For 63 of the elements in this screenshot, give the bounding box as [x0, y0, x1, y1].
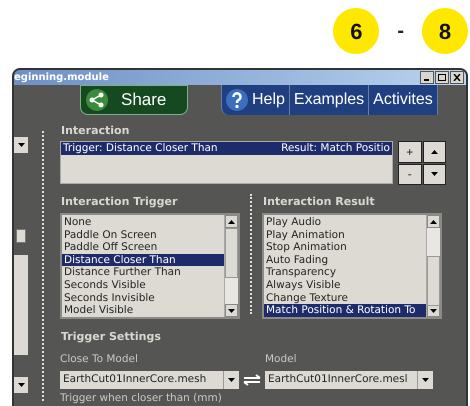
maximize-button[interactable]: [435, 71, 449, 84]
close-button[interactable]: [450, 71, 464, 84]
range-dash: -: [397, 19, 404, 44]
maximize-icon: [438, 74, 446, 81]
scroll-thumb[interactable]: [225, 228, 238, 278]
section-label: Interaction Trigger: [61, 194, 178, 210]
tab[interactable]: Activites: [369, 85, 438, 115]
spinner[interactable]: [16, 229, 26, 243]
field-label: Close To Model: [60, 352, 139, 366]
close-icon: [453, 74, 461, 81]
list-item[interactable]: Trigger: Distance Closer Than Result: Match Positio: [61, 142, 392, 155]
interaction-list[interactable]: Trigger: Distance Closer Than Result: Match Positio: [60, 141, 393, 184]
list-item[interactable]: Change Texture: [264, 292, 426, 304]
number-badge: 8: [422, 8, 468, 54]
trigger-list[interactable]: None Paddle On Screen Paddle Off Screen Distance Closer Than Distance Further Than Seconds Visible Seconds Invisible Model Visible: [60, 213, 240, 319]
caret-icon: [228, 378, 235, 382]
list-button[interactable]: -: [398, 164, 422, 185]
caret-icon: [18, 143, 24, 147]
list-item[interactable]: Play Animation: [264, 228, 426, 242]
list-item[interactable]: Play Audio: [264, 216, 426, 229]
scrollbar[interactable]: [224, 215, 238, 317]
result-list[interactable]: Play Audio Play Animation Stop Animation Auto Fading Transparency Always Visible Change Texture Match Position & Rotation To: [262, 213, 442, 319]
scroll-up-icon: [228, 220, 235, 224]
list-item[interactable]: Stop Animation: [264, 241, 426, 254]
up-arrow-icon: [430, 150, 438, 154]
section-label: Interaction Result: [263, 194, 376, 210]
list-item[interactable]: Seconds Invisible: [62, 292, 224, 304]
scroll-down-icon: [430, 308, 437, 312]
section-label: Interaction: [61, 123, 130, 139]
list-item[interactable]: Model Visible: [62, 304, 224, 317]
list-item[interactable]: Transparency: [264, 266, 426, 279]
move-up-button[interactable]: [422, 141, 446, 162]
list-item[interactable]: Distance Further Than: [62, 266, 224, 279]
list-item[interactable]: Auto Fading: [264, 254, 426, 266]
caret-icon: [18, 383, 24, 387]
caret-icon: [422, 378, 429, 382]
model-dropdown[interactable]: EarthCut01InnerCore.mesh: [60, 371, 239, 390]
scroll-thumb[interactable]: [427, 256, 440, 306]
scroll-down-icon: [228, 308, 235, 312]
list-item[interactable]: Distance Closer Than: [62, 254, 224, 266]
hint-text: Trigger when closer than (mm): [60, 391, 223, 406]
list-item[interactable]: Paddle Off Screen: [62, 241, 224, 254]
tab[interactable]: Examples: [290, 85, 370, 115]
swap-icon: [243, 374, 261, 386]
list-item[interactable]: Seconds Visible: [62, 278, 224, 292]
share-button[interactable]: Share: [80, 85, 188, 115]
scrollbar[interactable]: [426, 215, 440, 317]
model-dropdown[interactable]: EarthCut01InnerCore.mesl: [265, 371, 433, 390]
down-arrow-icon: [430, 172, 438, 176]
list-item[interactable]: Always Visible: [264, 278, 426, 292]
minimize-button[interactable]: [420, 71, 434, 84]
tab[interactable]: Help: [221, 85, 290, 115]
number-badge: 6: [333, 8, 380, 54]
field-label: Model: [265, 352, 298, 366]
share-icon: [85, 89, 109, 111]
window-title: eginning.module: [14, 71, 109, 85]
move-down-button[interactable]: [422, 164, 446, 185]
list-item[interactable]: Match Position & Rotation To: [264, 304, 426, 317]
list-button[interactable]: +: [398, 141, 422, 162]
scroll-up-icon: [430, 220, 437, 224]
section-label: Trigger Settings: [61, 329, 162, 345]
list-item[interactable]: None: [62, 216, 224, 229]
list-item[interactable]: Paddle On Screen: [62, 228, 224, 242]
